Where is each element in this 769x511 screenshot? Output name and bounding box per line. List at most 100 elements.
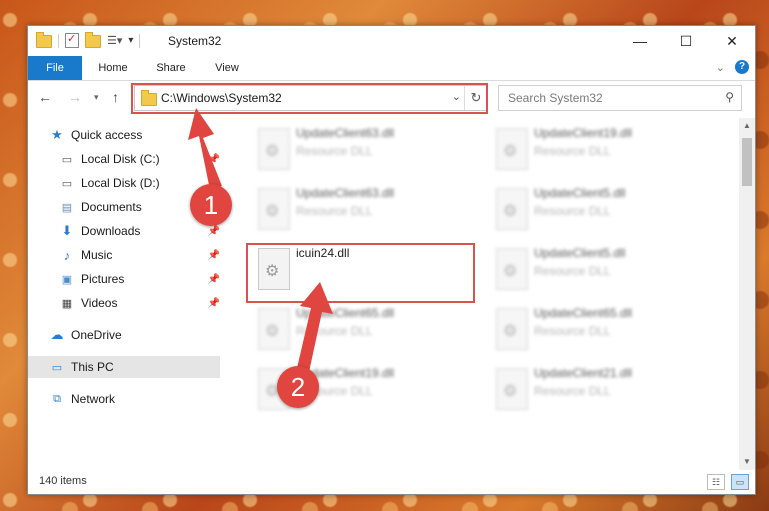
scroll-down-icon[interactable]: ▼ <box>739 454 755 470</box>
details-view-icon[interactable]: ☷ <box>707 474 725 490</box>
star-icon: ★ <box>51 127 63 142</box>
nav-item-label: Music <box>81 248 113 262</box>
forward-arrow-icon[interactable]: → <box>68 89 82 105</box>
dll-file-icon <box>258 128 290 170</box>
back-arrow-icon[interactable]: ← <box>38 89 52 105</box>
pin-icon[interactable]: 📌 <box>208 274 220 285</box>
nav-item-music[interactable]: ♪ Music 📌 <box>60 244 220 266</box>
drive-icon: ▭ <box>61 153 73 166</box>
file-item[interactable]: UpdateClient65.dll Resource DLL <box>248 304 478 360</box>
scroll-up-icon[interactable]: ▲ <box>739 118 755 134</box>
nav-item-label: Documents <box>81 200 142 214</box>
qat-dropdown-icon[interactable]: ▾ <box>128 35 133 46</box>
nav-item-label: Local Disk (D:) <box>81 176 160 190</box>
videos-icon: ▦ <box>61 297 73 310</box>
help-icon[interactable]: ? <box>735 60 749 74</box>
quick-access-toolbar: ☰▾ ▾ <box>36 32 141 48</box>
file-item[interactable]: UpdateClient63.dll Resource DLL <box>248 184 478 240</box>
pin-icon[interactable]: 📌 <box>208 226 220 237</box>
vertical-scrollbar[interactable]: ▲ ▼ <box>739 118 755 470</box>
search-box[interactable]: Search System32 ⚲ <box>498 85 742 111</box>
properties-icon[interactable] <box>65 32 79 48</box>
nav-item-label: Pictures <box>81 272 125 286</box>
nav-item-local-disk-c[interactable]: ▭ Local Disk (C:) 📌 <box>60 148 220 170</box>
nav-item-label: Downloads <box>81 224 141 238</box>
file-item[interactable]: UpdateClient63.dll Resource DLL <box>248 124 478 180</box>
expand-ribbon-icon[interactable]: ⌄ <box>716 61 725 74</box>
close-button[interactable]: ✕ <box>709 26 755 56</box>
file-type: Resource DLL <box>534 324 611 338</box>
minimize-button[interactable]: — <box>617 26 663 56</box>
new-folder-icon[interactable] <box>85 32 101 48</box>
folder-icon <box>36 32 52 48</box>
dll-file-icon <box>496 128 528 170</box>
file-name: UpdateClient5.dll <box>534 246 626 260</box>
file-item[interactable]: UpdateClient21.dll Resource DLL <box>486 364 716 420</box>
tab-share[interactable]: Share <box>146 56 196 80</box>
downloads-icon: ⬇ <box>61 223 73 238</box>
tab-file[interactable]: File <box>28 56 82 80</box>
file-name: UpdateClient65.dll <box>296 306 395 320</box>
onedrive-icon: ☁ <box>50 327 64 342</box>
maximize-button[interactable]: ☐ <box>663 26 709 56</box>
dll-file-icon <box>496 308 528 350</box>
highlight-box-file <box>246 243 475 303</box>
navigation-pane: ★ Quick access ▭ Local Disk (C:) 📌 ▭ Loc… <box>28 118 222 458</box>
network-icon: ⧉ <box>53 392 61 405</box>
dll-file-icon <box>496 368 528 410</box>
dll-file-icon <box>258 308 290 350</box>
file-name: UpdateClient63.dll <box>296 126 395 140</box>
file-type: Resource DLL <box>534 384 611 398</box>
pin-icon[interactable]: 📌 <box>208 154 220 165</box>
recent-locations-icon[interactable]: ▾ <box>94 92 99 103</box>
file-type: Resource DLL <box>296 144 373 158</box>
nav-item-videos[interactable]: ▦ Videos 📌 <box>60 292 220 314</box>
nav-item-onedrive[interactable]: ☁ OneDrive <box>50 324 220 346</box>
dll-file-icon <box>496 248 528 290</box>
large-icons-view-icon[interactable]: ▭ <box>731 474 749 490</box>
separator <box>139 33 141 48</box>
file-name: UpdateClient5.dll <box>534 186 626 200</box>
file-name: UpdateClient65.dll <box>534 306 633 320</box>
search-input[interactable]: Search System32 <box>508 91 603 105</box>
scrollbar-thumb[interactable] <box>742 138 752 186</box>
file-name: UpdateClient21.dll <box>534 366 633 380</box>
step-badge-2: 2 <box>277 366 319 408</box>
file-item[interactable]: UpdateClient5.dll Resource DLL <box>486 184 716 240</box>
up-arrow-icon[interactable]: ↑ <box>112 89 119 105</box>
documents-icon: ▤ <box>61 201 73 214</box>
file-type: Resource DLL <box>534 144 611 158</box>
nav-item-pictures[interactable]: ▣ Pictures 📌 <box>60 268 220 290</box>
search-icon[interactable]: ⚲ <box>725 90 734 104</box>
nav-item-label: Local Disk (C:) <box>81 152 160 166</box>
file-type: Resource DLL <box>296 324 373 338</box>
nav-item-quick-access[interactable]: ★ Quick access <box>50 124 220 146</box>
file-item[interactable]: UpdateClient5.dll Resource DLL <box>486 244 716 300</box>
customize-toolbar-icon[interactable]: ☰▾ <box>107 34 122 47</box>
tab-view[interactable]: View <box>202 56 252 80</box>
tab-home[interactable]: Home <box>88 56 138 80</box>
step-badge-1: 1 <box>190 184 232 226</box>
item-count: 140 items <box>39 475 87 487</box>
file-list: UpdateClient63.dll Resource DLL UpdateCl… <box>238 118 738 458</box>
pictures-icon: ▣ <box>61 273 73 286</box>
pin-icon[interactable]: 📌 <box>208 250 220 261</box>
highlight-box-address <box>131 83 488 114</box>
status-bar: 140 items ☷ ▭ <box>28 470 755 494</box>
ribbon-tabs: File Home Share View ⌄ ? <box>28 56 755 81</box>
nav-item-label: Quick access <box>71 128 143 142</box>
nav-item-label: Videos <box>81 296 118 310</box>
nav-item-downloads[interactable]: ⬇ Downloads 📌 <box>60 220 220 242</box>
file-type: Resource DLL <box>534 264 611 278</box>
window-title: System32 <box>168 34 222 48</box>
nav-item-label: Network <box>71 392 116 406</box>
file-item[interactable]: UpdateClient19.dll Resource DLL <box>486 124 716 180</box>
file-type: Resource DLL <box>296 204 373 218</box>
nav-item-network[interactable]: ⧉ Network <box>50 388 220 410</box>
file-name: UpdateClient19.dll <box>534 126 633 140</box>
file-type: Resource DLL <box>534 204 611 218</box>
dll-file-icon <box>496 188 528 230</box>
file-item[interactable]: UpdateClient65.dll Resource DLL <box>486 304 716 360</box>
pin-icon[interactable]: 📌 <box>208 298 220 309</box>
nav-item-this-pc[interactable]: ▭ This PC <box>28 356 220 378</box>
